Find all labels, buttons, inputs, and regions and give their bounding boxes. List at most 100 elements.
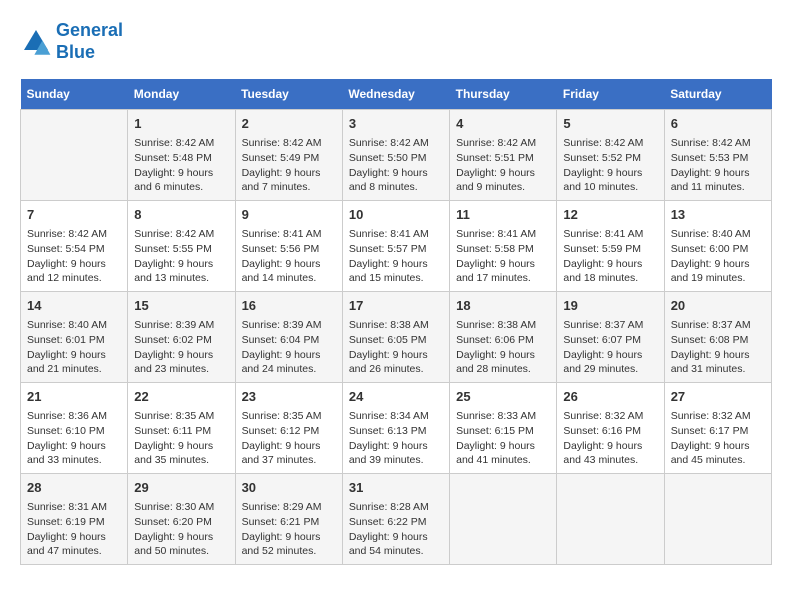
weekday-header-wednesday: Wednesday: [342, 79, 449, 110]
day-number: 30: [242, 479, 336, 497]
weekday-header-saturday: Saturday: [664, 79, 771, 110]
weekday-header-thursday: Thursday: [450, 79, 557, 110]
calendar-cell: 27 Sunrise: 8:32 AMSunset: 6:17 PMDayligh…: [664, 383, 771, 474]
day-number: 25: [456, 388, 550, 406]
day-info: Sunrise: 8:42 AMSunset: 5:55 PMDaylight:…: [134, 227, 228, 286]
day-number: 19: [563, 297, 657, 315]
day-info: Sunrise: 8:35 AMSunset: 6:11 PMDaylight:…: [134, 409, 228, 468]
day-info: Sunrise: 8:34 AMSunset: 6:13 PMDaylight:…: [349, 409, 443, 468]
calendar-week-3: 14 Sunrise: 8:40 AMSunset: 6:01 PMDayligh…: [21, 292, 772, 383]
day-info: Sunrise: 8:42 AMSunset: 5:53 PMDaylight:…: [671, 136, 765, 195]
day-number: 7: [27, 206, 121, 224]
calendar-cell: 2 Sunrise: 8:42 AMSunset: 5:49 PMDaylight…: [235, 110, 342, 201]
day-info: Sunrise: 8:42 AMSunset: 5:49 PMDaylight:…: [242, 136, 336, 195]
day-number: 1: [134, 115, 228, 133]
calendar-cell: 26Sunrise: 8:32 AMSunset: 6:16 PMDayligh…: [557, 383, 664, 474]
calendar-week-4: 21Sunrise: 8:36 AMSunset: 6:10 PMDayligh…: [21, 383, 772, 474]
day-info: Sunrise: 8:42 AMSunset: 5:51 PMDaylight:…: [456, 136, 550, 195]
calendar-cell: 19Sunrise: 8:37 AMSunset: 6:07 PMDayligh…: [557, 292, 664, 383]
calendar-cell: 24 Sunrise: 8:34 AMSunset: 6:13 PMDayligh…: [342, 383, 449, 474]
day-number: 11: [456, 206, 550, 224]
day-number: 28: [27, 479, 121, 497]
calendar-week-5: 28 Sunrise: 8:31 AMSunset: 6:19 PMDayligh…: [21, 473, 772, 564]
day-info: Sunrise: 8:37 AMSunset: 6:08 PMDaylight:…: [671, 318, 765, 377]
calendar-cell: 29 Sunrise: 8:30 AMSunset: 6:20 PMDayligh…: [128, 473, 235, 564]
day-number: 27: [671, 388, 765, 406]
day-number: 5: [563, 115, 657, 133]
calendar-cell: 16Sunrise: 8:39 AMSunset: 6:04 PMDayligh…: [235, 292, 342, 383]
calendar-cell: 17Sunrise: 8:38 AMSunset: 6:05 PMDayligh…: [342, 292, 449, 383]
calendar-cell: 22Sunrise: 8:35 AMSunset: 6:11 PMDayligh…: [128, 383, 235, 474]
calendar-cell: [664, 473, 771, 564]
page-header: General Blue: [20, 20, 772, 63]
calendar-cell: 13Sunrise: 8:40 AMSunset: 6:00 PMDayligh…: [664, 201, 771, 292]
calendar-cell: [450, 473, 557, 564]
day-info: Sunrise: 8:28 AMSunset: 6:22 PMDaylight:…: [349, 500, 443, 559]
calendar-cell: 4 Sunrise: 8:42 AMSunset: 5:51 PMDaylight…: [450, 110, 557, 201]
calendar-cell: 30 Sunrise: 8:29 AMSunset: 6:21 PMDayligh…: [235, 473, 342, 564]
day-info: Sunrise: 8:32 AMSunset: 6:17 PMDaylight:…: [671, 409, 765, 468]
calendar-cell: [21, 110, 128, 201]
day-info: Sunrise: 8:40 AMSunset: 6:01 PMDaylight:…: [27, 318, 121, 377]
day-info: Sunrise: 8:42 AMSunset: 5:54 PMDaylight:…: [27, 227, 121, 286]
day-number: 8: [134, 206, 228, 224]
day-number: 16: [242, 297, 336, 315]
day-number: 4: [456, 115, 550, 133]
day-info: Sunrise: 8:33 AMSunset: 6:15 PMDaylight:…: [456, 409, 550, 468]
day-info: Sunrise: 8:31 AMSunset: 6:19 PMDaylight:…: [27, 500, 121, 559]
calendar-cell: 25 Sunrise: 8:33 AMSunset: 6:15 PMDayligh…: [450, 383, 557, 474]
logo-icon: [20, 26, 52, 58]
day-number: 14: [27, 297, 121, 315]
weekday-header-monday: Monday: [128, 79, 235, 110]
day-number: 10: [349, 206, 443, 224]
weekday-header-tuesday: Tuesday: [235, 79, 342, 110]
logo: General Blue: [20, 20, 123, 63]
day-info: Sunrise: 8:41 AMSunset: 5:59 PMDaylight:…: [563, 227, 657, 286]
day-number: 24: [349, 388, 443, 406]
calendar-cell: 7 Sunrise: 8:42 AMSunset: 5:54 PMDaylight…: [21, 201, 128, 292]
calendar-cell: 1 Sunrise: 8:42 AMSunset: 5:48 PMDaylight…: [128, 110, 235, 201]
calendar-cell: 8 Sunrise: 8:42 AMSunset: 5:55 PMDaylight…: [128, 201, 235, 292]
day-info: Sunrise: 8:42 AMSunset: 5:50 PMDaylight:…: [349, 136, 443, 195]
day-info: Sunrise: 8:38 AMSunset: 6:05 PMDaylight:…: [349, 318, 443, 377]
calendar-cell: 3 Sunrise: 8:42 AMSunset: 5:50 PMDaylight…: [342, 110, 449, 201]
calendar-cell: 12Sunrise: 8:41 AMSunset: 5:59 PMDayligh…: [557, 201, 664, 292]
day-info: Sunrise: 8:32 AMSunset: 6:16 PMDaylight:…: [563, 409, 657, 468]
calendar-cell: [557, 473, 664, 564]
calendar-cell: 5Sunrise: 8:42 AMSunset: 5:52 PMDaylight…: [557, 110, 664, 201]
day-number: 31: [349, 479, 443, 497]
calendar-cell: 23 Sunrise: 8:35 AMSunset: 6:12 PMDayligh…: [235, 383, 342, 474]
calendar-cell: 20 Sunrise: 8:37 AMSunset: 6:08 PMDayligh…: [664, 292, 771, 383]
calendar-cell: 10 Sunrise: 8:41 AMSunset: 5:57 PMDayligh…: [342, 201, 449, 292]
day-info: Sunrise: 8:41 AMSunset: 5:57 PMDaylight:…: [349, 227, 443, 286]
day-info: Sunrise: 8:29 AMSunset: 6:21 PMDaylight:…: [242, 500, 336, 559]
calendar-cell: 31 Sunrise: 8:28 AMSunset: 6:22 PMDayligh…: [342, 473, 449, 564]
calendar-week-1: 1 Sunrise: 8:42 AMSunset: 5:48 PMDaylight…: [21, 110, 772, 201]
day-info: Sunrise: 8:35 AMSunset: 6:12 PMDaylight:…: [242, 409, 336, 468]
day-number: 18: [456, 297, 550, 315]
calendar-cell: 14 Sunrise: 8:40 AMSunset: 6:01 PMDayligh…: [21, 292, 128, 383]
day-number: 15: [134, 297, 228, 315]
day-number: 2: [242, 115, 336, 133]
calendar-cell: 21Sunrise: 8:36 AMSunset: 6:10 PMDayligh…: [21, 383, 128, 474]
calendar-week-2: 7 Sunrise: 8:42 AMSunset: 5:54 PMDaylight…: [21, 201, 772, 292]
weekday-header-sunday: Sunday: [21, 79, 128, 110]
day-number: 3: [349, 115, 443, 133]
weekday-header-row: SundayMondayTuesdayWednesdayThursdayFrid…: [21, 79, 772, 110]
day-info: Sunrise: 8:30 AMSunset: 6:20 PMDaylight:…: [134, 500, 228, 559]
day-number: 29: [134, 479, 228, 497]
day-info: Sunrise: 8:42 AMSunset: 5:48 PMDaylight:…: [134, 136, 228, 195]
day-info: Sunrise: 8:38 AMSunset: 6:06 PMDaylight:…: [456, 318, 550, 377]
day-number: 23: [242, 388, 336, 406]
day-number: 21: [27, 388, 121, 406]
weekday-header-friday: Friday: [557, 79, 664, 110]
calendar-cell: 9Sunrise: 8:41 AMSunset: 5:56 PMDaylight…: [235, 201, 342, 292]
day-info: Sunrise: 8:41 AMSunset: 5:58 PMDaylight:…: [456, 227, 550, 286]
calendar-cell: 28 Sunrise: 8:31 AMSunset: 6:19 PMDayligh…: [21, 473, 128, 564]
day-info: Sunrise: 8:39 AMSunset: 6:02 PMDaylight:…: [134, 318, 228, 377]
calendar-cell: 11 Sunrise: 8:41 AMSunset: 5:58 PMDayligh…: [450, 201, 557, 292]
day-number: 20: [671, 297, 765, 315]
calendar-cell: 15 Sunrise: 8:39 AMSunset: 6:02 PMDayligh…: [128, 292, 235, 383]
day-info: Sunrise: 8:40 AMSunset: 6:00 PMDaylight:…: [671, 227, 765, 286]
day-info: Sunrise: 8:41 AMSunset: 5:56 PMDaylight:…: [242, 227, 336, 286]
